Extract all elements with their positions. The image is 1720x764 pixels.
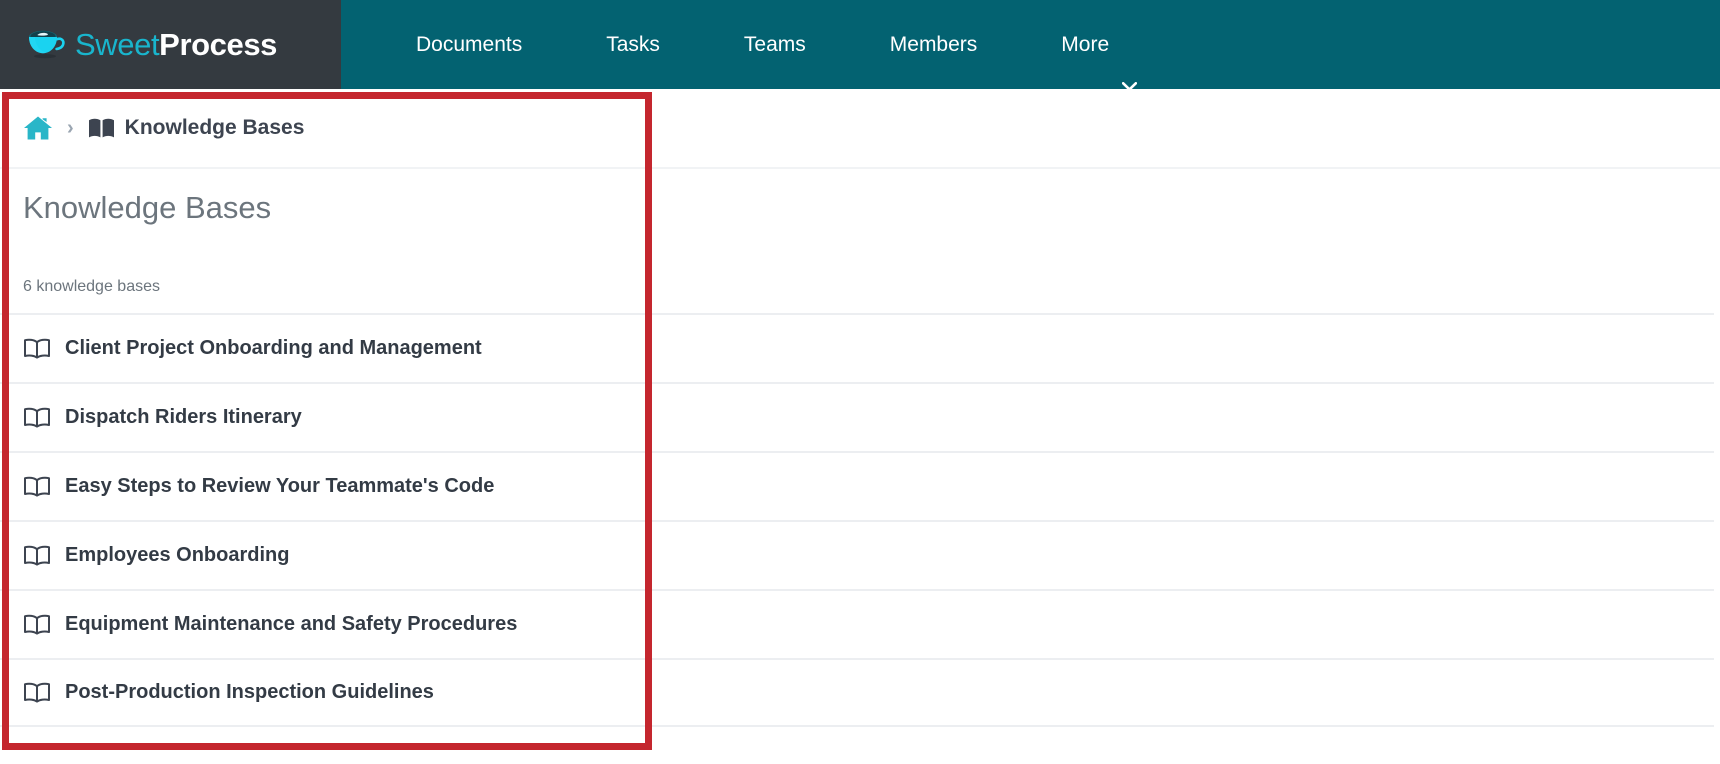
page-title: Knowledge Bases (23, 190, 272, 225)
open-book-icon (23, 544, 51, 567)
list-item[interactable]: Client Project Onboarding and Management (0, 313, 1714, 382)
open-book-icon (23, 681, 51, 704)
list-item-label: Dispatch Riders Itinerary (65, 406, 302, 428)
open-book-icon (23, 475, 51, 498)
list-item-label: Easy Steps to Review Your Teammate's Cod… (65, 475, 495, 497)
knowledge-base-count: 6 knowledge bases (23, 278, 160, 295)
nav-item-more[interactable]: More (1019, 0, 1179, 91)
nav-item-label: Tasks (606, 33, 660, 56)
nav-item-label: Teams (743, 33, 806, 56)
brand-name-first: Sweet (75, 27, 160, 62)
list-item[interactable]: Equipment Maintenance and Safety Procedu… (0, 589, 1714, 658)
list-item[interactable]: Dispatch Riders Itinerary (0, 382, 1714, 451)
list-item-label: Equipment Maintenance and Safety Procedu… (65, 613, 518, 635)
list-item-label: Client Project Onboarding and Management (65, 337, 482, 359)
home-icon[interactable] (23, 115, 53, 141)
breadcrumb: › Knowledge Bases (0, 89, 1720, 169)
coffee-cup-icon (26, 25, 68, 65)
nav-item-teams[interactable]: Teams (702, 0, 848, 89)
top-navigation-bar: SweetProcess Documents Tasks Teams Membe… (0, 0, 1720, 91)
list-item[interactable]: Employees Onboarding (0, 520, 1714, 589)
open-book-icon (23, 613, 51, 636)
breadcrumb-current-label: Knowledge Bases (124, 116, 305, 139)
brand-wordmark: SweetProcess (75, 29, 277, 60)
chevron-down-icon (1122, 40, 1138, 91)
book-icon (88, 117, 115, 139)
list-item[interactable]: Post-Production Inspection Guidelines (0, 658, 1714, 727)
breadcrumb-separator: › (67, 117, 74, 139)
nav-items: Documents Tasks Teams Members More (341, 0, 1179, 91)
nav-item-tasks[interactable]: Tasks (564, 0, 702, 89)
list-item[interactable]: Easy Steps to Review Your Teammate's Cod… (0, 451, 1714, 520)
nav-item-documents[interactable]: Documents (374, 0, 564, 89)
nav-item-members[interactable]: Members (848, 0, 1020, 89)
sweetprocess-knowledge-bases-page: SweetProcess Documents Tasks Teams Membe… (0, 0, 1720, 764)
brand-logo[interactable]: SweetProcess (0, 0, 341, 89)
list-item-label: Post-Production Inspection Guidelines (65, 681, 434, 703)
list-item-label: Employees Onboarding (65, 544, 290, 566)
knowledge-base-list: Client Project Onboarding and Management… (0, 313, 1714, 727)
nav-item-label: Documents (416, 33, 523, 56)
nav-item-label: More (1061, 33, 1110, 56)
open-book-icon (23, 406, 51, 429)
nav-item-label: Members (889, 33, 978, 56)
brand-name-second: Process (159, 27, 278, 62)
open-book-icon (23, 337, 51, 360)
